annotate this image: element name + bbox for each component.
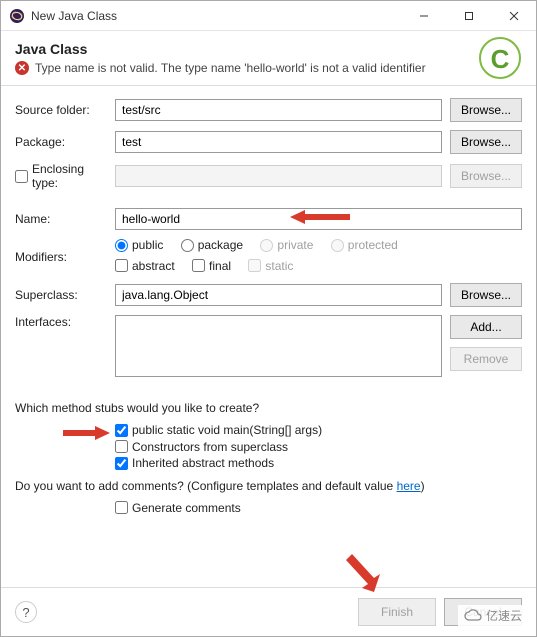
form-area: Source folder: Browse... Package: Browse… xyxy=(1,86,536,587)
dialog-header: Java Class ✕ Type name is not valid. The… xyxy=(1,31,536,86)
modifier-static: static xyxy=(248,259,293,273)
modifier-private: private xyxy=(260,238,313,252)
dialog-footer: ? Finish Cancel xyxy=(1,587,536,636)
stub-constructors-checkbox[interactable]: Constructors from superclass xyxy=(115,440,288,454)
add-interface-button[interactable]: Add... xyxy=(450,315,522,339)
maximize-button[interactable] xyxy=(446,1,491,31)
browse-source-button[interactable]: Browse... xyxy=(450,98,522,122)
modifier-package[interactable]: package xyxy=(181,238,243,252)
interfaces-label: Interfaces: xyxy=(15,315,115,329)
svg-text:C: C xyxy=(491,44,510,74)
enclosing-type-input xyxy=(115,165,442,187)
comments-question: Do you want to add comments? (Configure … xyxy=(15,479,522,493)
modifier-protected: protected xyxy=(331,238,398,252)
stub-main-checkbox[interactable]: public static void main(String[] args) xyxy=(115,423,322,437)
error-text: Type name is not valid. The type name 'h… xyxy=(35,61,426,75)
browse-superclass-button[interactable]: Browse... xyxy=(450,283,522,307)
help-button[interactable]: ? xyxy=(15,601,37,623)
configure-templates-link[interactable]: here xyxy=(397,479,421,493)
titlebar: New Java Class xyxy=(1,1,536,31)
close-button[interactable] xyxy=(491,1,536,31)
annotation-arrow-main xyxy=(60,421,115,445)
package-input[interactable] xyxy=(115,131,442,153)
minimize-button[interactable] xyxy=(401,1,446,31)
name-input[interactable] xyxy=(115,208,522,230)
interfaces-list[interactable] xyxy=(115,315,442,377)
finish-button: Finish xyxy=(358,598,436,626)
remove-interface-button: Remove xyxy=(450,347,522,371)
enclosing-type-label: Enclosing type: xyxy=(32,162,101,190)
class-wizard-icon: C xyxy=(478,36,522,80)
watermark: 亿速云 xyxy=(458,605,528,626)
eclipse-icon xyxy=(9,8,25,24)
generate-comments-checkbox[interactable]: Generate comments xyxy=(115,501,241,515)
stub-inherited-checkbox[interactable]: Inherited abstract methods xyxy=(115,456,274,470)
modifier-public[interactable]: public xyxy=(115,238,163,252)
source-folder-input[interactable] xyxy=(115,99,442,121)
modifier-abstract[interactable]: abstract xyxy=(115,259,175,273)
superclass-input[interactable] xyxy=(115,284,442,306)
modifier-final[interactable]: final xyxy=(192,259,231,273)
browse-enclosing-button: Browse... xyxy=(450,164,522,188)
error-message: ✕ Type name is not valid. The type name … xyxy=(15,61,522,75)
window-title: New Java Class xyxy=(31,9,401,23)
package-label: Package: xyxy=(15,135,115,149)
name-label: Name: xyxy=(15,212,115,226)
modifiers-label: Modifiers: xyxy=(15,250,115,264)
cloud-icon xyxy=(464,609,482,623)
stubs-question: Which method stubs would you like to cre… xyxy=(15,401,522,415)
error-icon: ✕ xyxy=(15,61,29,75)
dialog-heading: Java Class xyxy=(15,41,522,57)
source-folder-label: Source folder: xyxy=(15,103,115,117)
superclass-label: Superclass: xyxy=(15,288,115,302)
enclosing-type-option: Enclosing type: xyxy=(15,162,115,190)
browse-package-button[interactable]: Browse... xyxy=(450,130,522,154)
enclosing-type-checkbox[interactable] xyxy=(15,170,28,183)
